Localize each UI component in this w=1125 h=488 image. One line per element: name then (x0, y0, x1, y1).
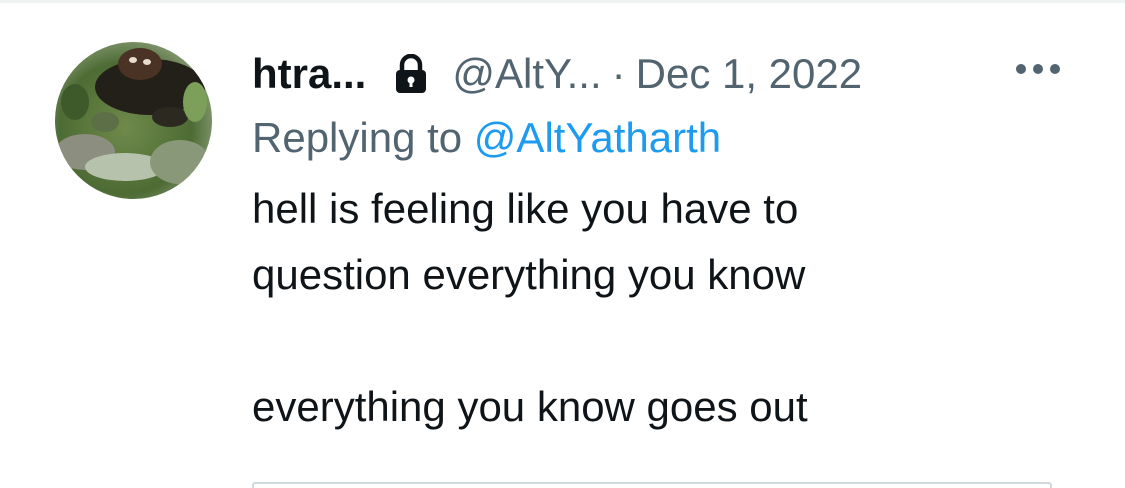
more-options-icon[interactable] (1016, 64, 1060, 74)
avatar[interactable] (55, 42, 212, 199)
header-separator: · (611, 50, 626, 97)
tweet-text-line (252, 308, 1052, 374)
replying-handle-link[interactable]: @AltYatharth (474, 114, 721, 161)
avatar-image (55, 42, 212, 199)
tweet-text-line: question everything you know (252, 251, 806, 298)
display-name[interactable]: htra... (252, 46, 366, 102)
more-dot (1033, 64, 1043, 74)
lock-icon (394, 54, 428, 94)
tweet-content: htra... @AltY... · Dec 1, 2022 Replying … (252, 46, 1052, 440)
tweet[interactable]: htra... @AltY... · Dec 1, 2022 Replying … (0, 0, 1125, 488)
tweet-text-line: everything you know goes out (252, 383, 808, 430)
more-dot (1016, 64, 1026, 74)
more-dot (1050, 64, 1060, 74)
tweet-text: hell is feeling like you have to questio… (252, 176, 1052, 440)
tweet-header: htra... @AltY... · Dec 1, 2022 (252, 46, 1052, 102)
tweet-date[interactable]: Dec 1, 2022 (636, 46, 863, 102)
replying-to: Replying to @AltYatharth (252, 110, 1052, 166)
media-card-edge (252, 482, 1052, 488)
replying-prefix: Replying to (252, 114, 474, 161)
user-handle[interactable]: @AltY... (452, 46, 601, 102)
top-divider (0, 0, 1125, 3)
tweet-text-line: hell is feeling like you have to (252, 185, 799, 232)
